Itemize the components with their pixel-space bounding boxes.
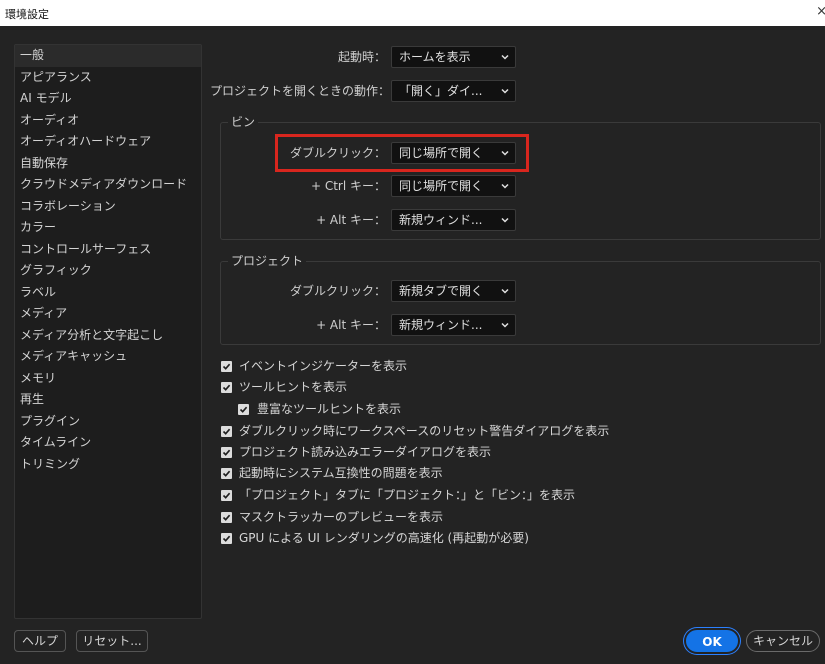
chevron-down-icon xyxy=(501,54,509,60)
sidebar-item-playback[interactable]: 再生 xyxy=(15,389,201,411)
check-icon xyxy=(222,449,231,456)
sidebar-item-media-analysis[interactable]: メディア分析と文字起こし xyxy=(15,325,201,347)
sidebar-item-timeline[interactable]: タイムライン xyxy=(15,432,201,454)
bin-group-title: ビン xyxy=(228,115,259,129)
chevron-down-icon xyxy=(501,183,509,189)
chevron-down-icon xyxy=(501,88,509,94)
check-icon xyxy=(222,363,231,370)
title-bar: 環境設定 × xyxy=(0,0,825,26)
project-group-title: プロジェクト xyxy=(228,254,307,268)
checkbox-label: 豊富なツールヒントを表示 xyxy=(257,402,402,416)
check-icon xyxy=(222,428,231,435)
sidebar-item-control-surface[interactable]: コントロールサーフェス xyxy=(15,239,201,261)
project-double-click-label: ダブルクリック： xyxy=(289,284,386,298)
project-double-click-dropdown[interactable]: 新規タブで開く xyxy=(391,280,516,302)
bin-ctrl-value: 同じ場所で開く xyxy=(399,179,484,193)
checkbox-label: 起動時にシステム互換性の問題を表示 xyxy=(239,466,443,480)
check-icon xyxy=(222,470,231,477)
startup-dropdown[interactable]: ホームを表示 xyxy=(391,46,516,68)
bin-ctrl-dropdown[interactable]: 同じ場所で開く xyxy=(391,175,516,197)
window-title: 環境設定 xyxy=(5,8,49,21)
sidebar-item-memory[interactable]: メモリ xyxy=(15,368,201,390)
highlight-box xyxy=(275,134,529,172)
sidebar-item-ai-models[interactable]: AI モデル xyxy=(15,88,201,110)
checkbox-label: マスクトラッカーのプレビューを表示 xyxy=(239,510,444,524)
sidebar-item-graphics[interactable]: グラフィック xyxy=(15,260,201,282)
checkbox-label: GPU による UI レンダリングの高速化 (再起動が必要) xyxy=(239,531,529,545)
checkbox[interactable] xyxy=(221,468,232,479)
startup-label: 起動時： xyxy=(337,50,386,64)
checkbox[interactable] xyxy=(221,533,232,544)
checkbox-label: 「プロジェクト」タブに「プロジェクト：」と「ビン：」を表示 xyxy=(239,488,576,502)
project-double-click-value: 新規タブで開く xyxy=(399,284,484,298)
checkbox-label: ツールヒントを表示 xyxy=(239,380,348,394)
checkbox[interactable] xyxy=(221,447,232,458)
open-project-label: プロジェクトを開くときの動作： xyxy=(210,84,391,98)
sidebar-item-plugins[interactable]: プラグイン xyxy=(15,411,201,433)
chevron-down-icon xyxy=(501,217,509,223)
checkbox-label: ダブルクリック時にワークスペースのリセット警告ダイアログを表示 xyxy=(239,424,610,438)
sidebar-item-cloud-media-download[interactable]: クラウドメディアダウンロード xyxy=(15,174,201,196)
sidebar-item-media-cache[interactable]: メディアキャッシュ xyxy=(15,346,201,368)
checkbox-label: プロジェクト読み込みエラーダイアログを表示 xyxy=(239,445,492,459)
sidebar-item-auto-save[interactable]: 自動保存 xyxy=(15,153,201,175)
check-icon xyxy=(239,406,248,413)
sidebar-item-labels[interactable]: ラベル xyxy=(15,282,201,304)
bin-alt-value: 新規ウィンド... xyxy=(399,213,483,227)
checkbox[interactable] xyxy=(221,426,232,437)
sidebar-item-trimming[interactable]: トリミング xyxy=(15,454,201,476)
help-button[interactable]: ヘルプ xyxy=(14,630,66,652)
project-alt-label: + Alt キー： xyxy=(316,318,386,332)
sidebar-item-appearance[interactable]: アピアランス xyxy=(15,67,201,89)
check-icon xyxy=(222,535,231,542)
sidebar-item-collaboration[interactable]: コラボレーション xyxy=(15,196,201,218)
checkbox-label: イベントインジケーターを表示 xyxy=(239,359,408,373)
project-alt-value: 新規ウィンド... xyxy=(399,318,483,332)
project-alt-dropdown[interactable]: 新規ウィンド... xyxy=(391,314,516,336)
checkbox[interactable] xyxy=(238,404,249,415)
checkbox[interactable] xyxy=(221,490,232,501)
bin-alt-label: + Alt キー： xyxy=(316,213,386,227)
sidebar-item-audio-hardware[interactable]: オーディオハードウェア xyxy=(15,131,201,153)
check-icon xyxy=(222,384,231,391)
ok-button[interactable]: OK xyxy=(686,630,738,652)
bin-ctrl-label: + Ctrl キー： xyxy=(310,179,386,193)
close-icon[interactable]: × xyxy=(816,4,825,19)
chevron-down-icon xyxy=(501,322,509,328)
preferences-sidebar: 一般 アピアランス AI モデル オーディオ オーディオハードウェア 自動保存 … xyxy=(14,44,202,619)
checkbox[interactable] xyxy=(221,361,232,372)
startup-value: ホームを表示 xyxy=(399,50,471,64)
reset-button[interactable]: リセット... xyxy=(76,630,148,652)
cancel-button[interactable]: キャンセル xyxy=(746,630,820,652)
sidebar-item-general[interactable]: 一般 xyxy=(15,45,201,67)
open-project-dropdown[interactable]: 「開く」ダイ... xyxy=(391,80,516,102)
checkbox[interactable] xyxy=(221,512,232,523)
bin-alt-dropdown[interactable]: 新規ウィンド... xyxy=(391,209,516,231)
check-icon xyxy=(222,514,231,521)
sidebar-item-color[interactable]: カラー xyxy=(15,217,201,239)
sidebar-item-audio[interactable]: オーディオ xyxy=(15,110,201,132)
checkbox[interactable] xyxy=(221,382,232,393)
chevron-down-icon xyxy=(501,288,509,294)
check-icon xyxy=(222,492,231,499)
open-project-value: 「開く」ダイ... xyxy=(399,84,483,98)
sidebar-item-media[interactable]: メディア xyxy=(15,303,201,325)
